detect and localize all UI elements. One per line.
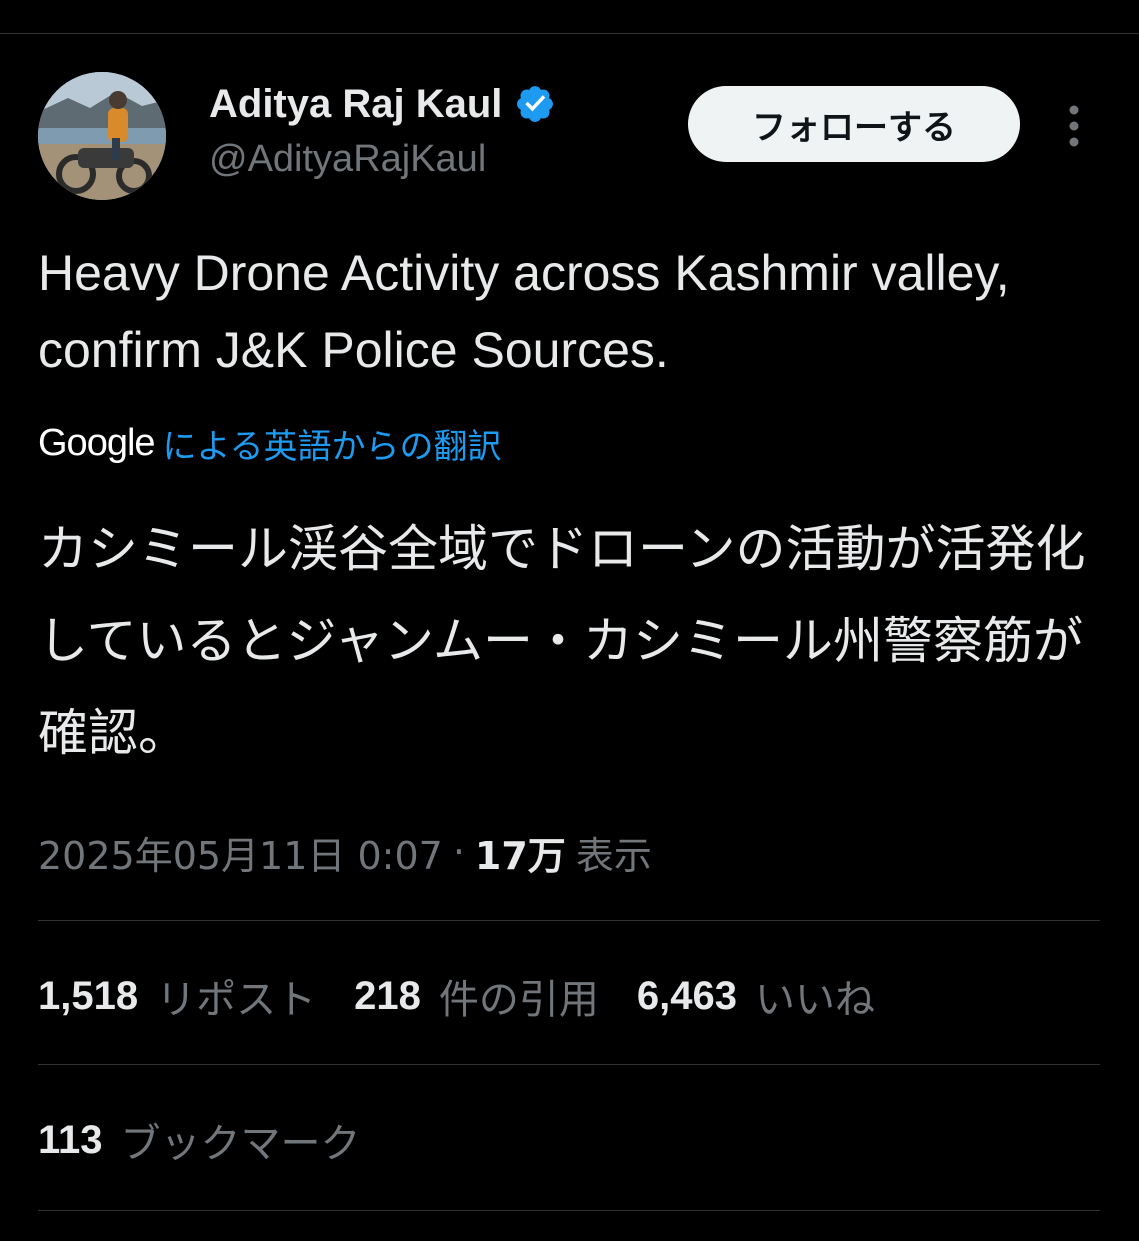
- top-divider: [0, 33, 1139, 34]
- reposts-label: リポスト: [156, 977, 317, 1023]
- bookmarks-stat[interactable]: 113 ブックマーク: [38, 1110, 361, 1170]
- divider: [38, 920, 1100, 921]
- tweet-header: Aditya Raj Kaul @AdityaRajKaul フォローする: [38, 72, 1100, 204]
- views-count: 17万: [474, 833, 566, 878]
- tweet-text: Heavy Drone Activity across Kashmir vall…: [38, 245, 1010, 378]
- engagement-stats: 1,518 リポスト 218 件の引用 6,463 いいね: [38, 966, 875, 1026]
- author-handle[interactable]: @AdityaRajKaul: [209, 138, 556, 181]
- avatar[interactable]: [38, 72, 166, 200]
- bookmarks-count: 113: [38, 1117, 103, 1162]
- follow-button[interactable]: フォローする: [688, 86, 1020, 162]
- more-vertical-icon[interactable]: [1056, 96, 1092, 156]
- likes-label: いいね: [754, 977, 875, 1023]
- verified-badge-icon[interactable]: [514, 83, 556, 125]
- quotes-count: 218: [354, 973, 421, 1018]
- quotes-stat[interactable]: 218 件の引用: [354, 967, 599, 1025]
- divider: [38, 1064, 1100, 1065]
- quotes-label: 件の引用: [438, 977, 599, 1023]
- reposts-stat[interactable]: 1,518 リポスト: [38, 967, 316, 1025]
- google-logo: Google: [38, 421, 156, 464]
- likes-stat[interactable]: 6,463 いいね: [637, 967, 875, 1025]
- divider: [38, 1210, 1100, 1211]
- translated-text: カシミール渓谷全域でドローンの活動が活発化しているとジャンムー・カシミール州警察…: [38, 520, 1086, 762]
- meta-separator: ·: [452, 830, 465, 874]
- likes-count: 6,463: [636, 973, 737, 1018]
- translation-link[interactable]: による英語からの翻訳: [163, 419, 502, 468]
- reposts-count: 1,518: [38, 973, 139, 1018]
- avatar-image: [38, 72, 166, 200]
- tweet-meta: 2025年05月11日 0:07 · 17万 表示: [38, 824, 652, 880]
- author-display-name[interactable]: Aditya Raj Kaul: [209, 82, 502, 127]
- views-label: 表示: [575, 833, 652, 878]
- translation-attribution: Google による英語からの翻訳: [38, 415, 502, 471]
- timestamp[interactable]: 2025年05月11日 0:07: [38, 825, 443, 880]
- bookmarks-label: ブックマーク: [120, 1121, 361, 1167]
